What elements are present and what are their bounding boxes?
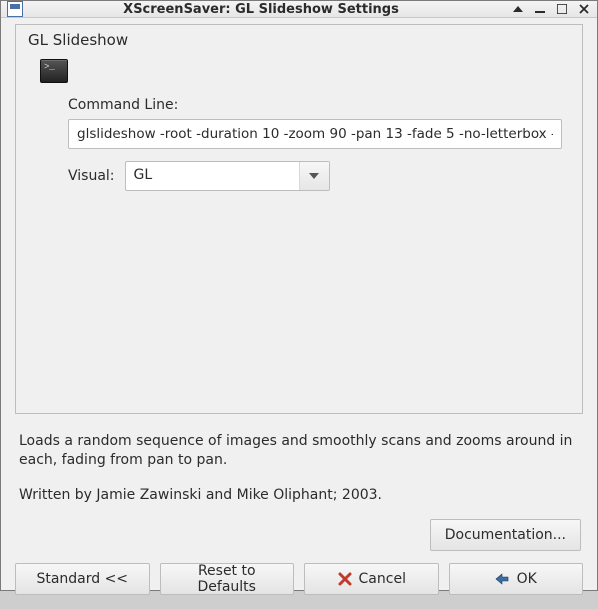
documentation-row: Documentation... bbox=[15, 519, 583, 551]
button-bar: Standard << Reset to Defaults Cancel OK bbox=[15, 563, 583, 595]
titlebar: XScreenSaver: GL Slideshow Settings bbox=[1, 1, 597, 18]
command-line-label: Command Line: bbox=[68, 97, 562, 113]
command-line-input[interactable] bbox=[68, 119, 562, 149]
rollup-button[interactable] bbox=[511, 2, 525, 16]
maximize-button[interactable] bbox=[555, 2, 569, 16]
content-area: GL Slideshow Command Line: Visual: GL L bbox=[1, 18, 597, 609]
visual-row: Visual: GL bbox=[68, 161, 562, 191]
description-line-1: Loads a random sequence of images and sm… bbox=[19, 432, 579, 470]
close-button[interactable] bbox=[577, 2, 591, 16]
terminal-icon bbox=[40, 59, 68, 83]
documentation-button[interactable]: Documentation... bbox=[430, 519, 581, 551]
visual-value: GL bbox=[126, 162, 299, 190]
description-line-2: Written by Jamie Zawinski and Mike Oliph… bbox=[19, 486, 579, 505]
minimize-button[interactable] bbox=[533, 2, 547, 16]
visual-combobox[interactable]: GL bbox=[125, 161, 330, 191]
window-controls bbox=[511, 2, 591, 16]
standard-button[interactable]: Standard << bbox=[15, 563, 150, 595]
description-text: Loads a random sequence of images and sm… bbox=[19, 432, 579, 505]
form-area: Command Line: Visual: GL bbox=[68, 97, 562, 191]
cancel-icon bbox=[337, 571, 353, 587]
ok-button[interactable]: OK bbox=[449, 563, 584, 595]
panel-title: GL Slideshow bbox=[28, 31, 572, 49]
ok-icon bbox=[495, 571, 511, 587]
cancel-button[interactable]: Cancel bbox=[304, 563, 439, 595]
app-icon bbox=[7, 1, 23, 17]
window-title: XScreenSaver: GL Slideshow Settings bbox=[11, 2, 511, 17]
settings-panel: GL Slideshow Command Line: Visual: GL bbox=[15, 24, 583, 414]
settings-window: XScreenSaver: GL Slideshow Settings GL S… bbox=[0, 0, 598, 591]
visual-label: Visual: bbox=[68, 168, 115, 184]
chevron-down-icon[interactable] bbox=[299, 162, 329, 190]
reset-defaults-button[interactable]: Reset to Defaults bbox=[160, 563, 295, 595]
